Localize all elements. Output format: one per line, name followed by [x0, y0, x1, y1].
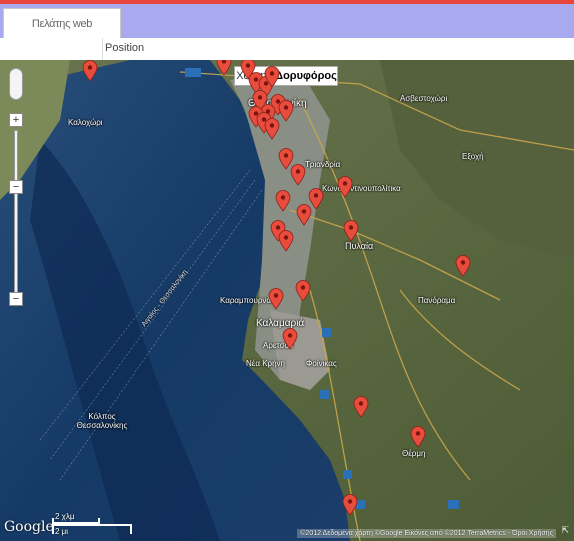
map-marker-icon[interactable] [337, 176, 353, 198]
place-label: Ασβεστοχώρι [400, 94, 448, 103]
zoom-slider-handle[interactable]: − [9, 180, 23, 194]
map-marker-icon[interactable] [282, 328, 298, 350]
map-marker-icon[interactable] [343, 220, 359, 242]
map-marker-icon[interactable] [455, 255, 471, 277]
map-marker-icon[interactable] [290, 164, 306, 186]
place-label: Θέρμη [402, 449, 426, 458]
place-label: Κόλπος Θεσσαλονίκης [76, 412, 128, 430]
scale-tick [130, 524, 132, 534]
expand-corner-icon[interactable]: ⇱ [561, 525, 569, 536]
position-label: Position [105, 42, 145, 54]
scale-tick [98, 518, 100, 524]
map-marker-icon[interactable] [82, 60, 98, 82]
place-label: Τριανδρία [305, 160, 341, 169]
map-marker-icon[interactable] [353, 396, 369, 418]
map-view[interactable]: + − − Χάρτης Δορυφόρος Καλοχώρι Θεσσαλον… [0, 60, 574, 541]
place-label: Νέα Κρήνη [246, 359, 285, 368]
map-marker-icon[interactable] [216, 60, 232, 76]
tab-strip: Πελάτης web [0, 4, 574, 38]
copyright-notice[interactable]: ©2012 Δεδομένα χάρτη ©Google Εικόνες από… [297, 529, 556, 538]
place-label: Κωνσταντινουπολίτικα [322, 184, 401, 193]
subheader-left-cell [0, 38, 103, 60]
google-logo[interactable]: Google [4, 519, 54, 535]
zoom-out-button[interactable]: − [9, 292, 23, 306]
tab-web-client[interactable]: Πελάτης web [3, 8, 121, 38]
scale-mi-label: 2 μι [55, 527, 69, 536]
map-marker-icon[interactable] [264, 66, 280, 88]
place-label: Πυλαία [345, 241, 374, 251]
place-label: Πανόραμα [418, 296, 456, 305]
place-label: Φοίνικας [306, 359, 337, 368]
map-marker-icon[interactable] [296, 204, 312, 226]
map-marker-icon[interactable] [278, 230, 294, 252]
satellite-imagery [0, 60, 574, 541]
map-marker-icon[interactable] [342, 494, 358, 516]
map-marker-icon[interactable] [295, 280, 311, 302]
scale-km-label: 2 χλμ [55, 512, 75, 521]
subheader: Position [0, 38, 574, 60]
map-marker-icon[interactable] [268, 288, 284, 310]
pan-control[interactable] [9, 68, 23, 100]
zoom-in-button[interactable]: + [9, 113, 23, 127]
zoom-slider-track[interactable] [14, 130, 18, 298]
map-marker-icon[interactable] [278, 100, 294, 122]
satellite-type-button[interactable]: Δορυφόρος [274, 66, 338, 86]
scale-bar: 2 χλμ 2 μι [52, 510, 134, 538]
map-marker-icon[interactable] [275, 190, 291, 212]
map-marker-icon[interactable] [410, 426, 426, 448]
scale-mi-bar [52, 524, 132, 526]
place-label: Εξοχή [462, 152, 484, 161]
map-marker-icon[interactable] [264, 118, 280, 140]
scale-tick [52, 518, 54, 534]
place-label: Καλοχώρι [68, 118, 103, 127]
